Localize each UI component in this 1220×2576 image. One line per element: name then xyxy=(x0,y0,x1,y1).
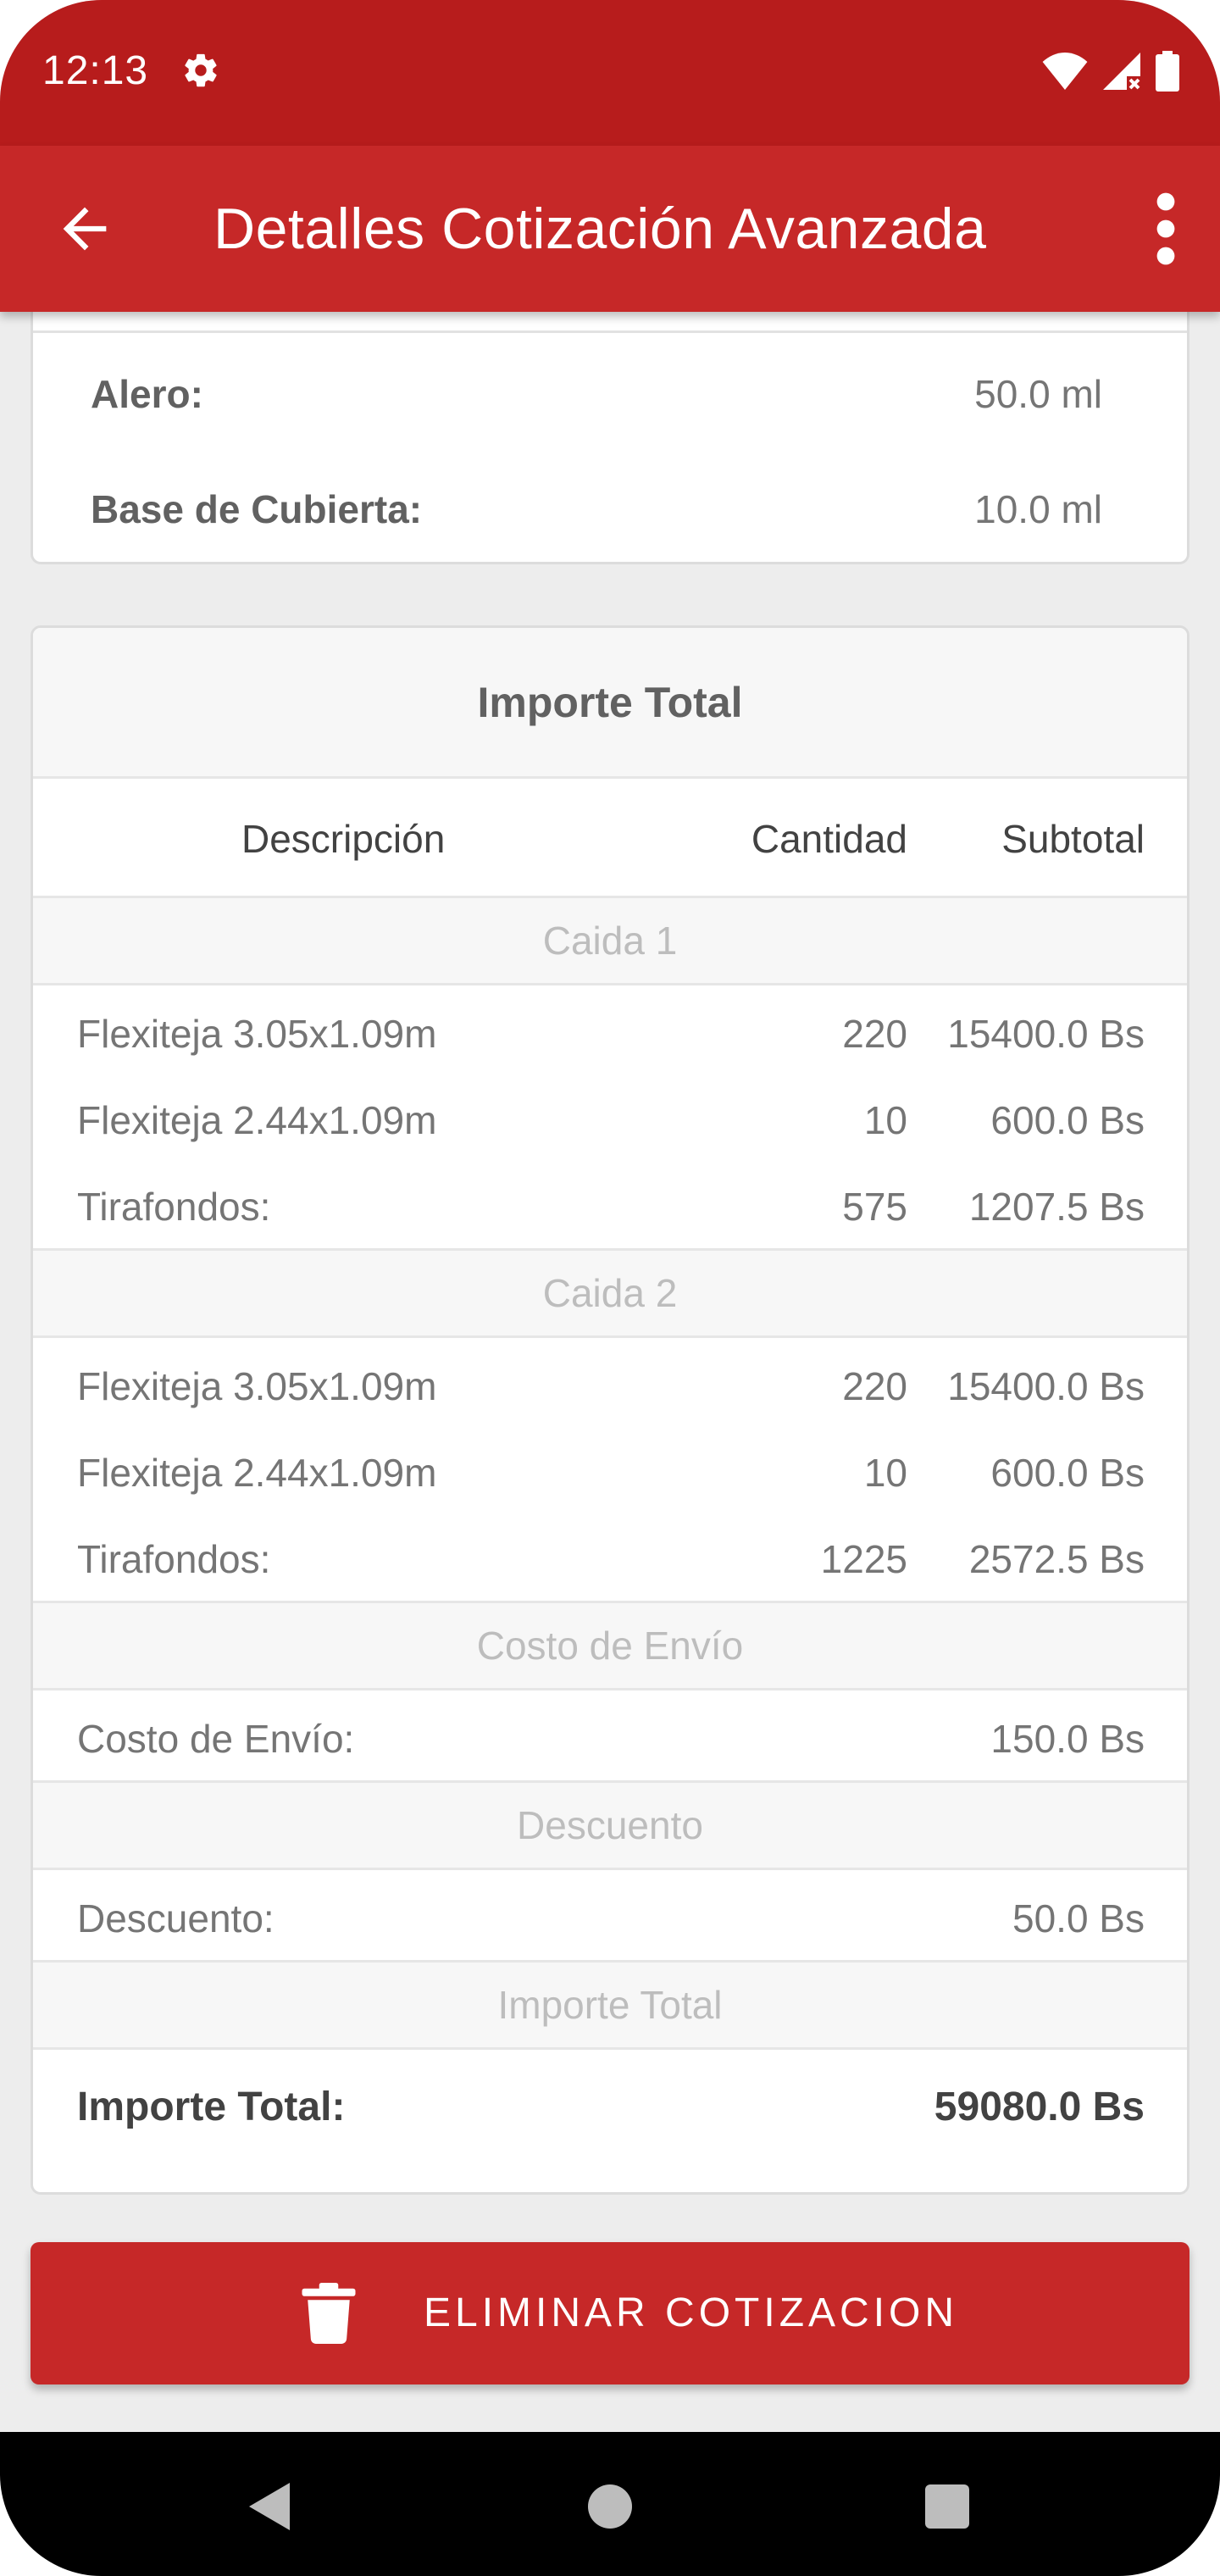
nav-back-icon[interactable] xyxy=(246,2481,293,2532)
base-cubierta-value: 10.0 ml xyxy=(974,487,1102,531)
nav-home-icon[interactable] xyxy=(588,2484,632,2529)
row-subtotal: 150.0 Bs xyxy=(990,1717,1145,1761)
section-header-caida-2: Caida 2 xyxy=(33,1248,1187,1338)
section-header-descuento: Descuento xyxy=(33,1780,1187,1870)
summary-card: Alero: 50.0 ml Base de Cubierta: 10.0 ml xyxy=(30,312,1190,564)
more-vert-icon[interactable] xyxy=(1142,188,1190,269)
row-quantity: 10 xyxy=(863,1451,907,1495)
total-label: Importe Total: xyxy=(77,2085,346,2129)
row-subtotal: 15400.0 Bs xyxy=(947,1012,1145,1056)
section-header-costo-envio: Costo de Envío xyxy=(33,1601,1187,1690)
section-header-caida-1: Caida 1 xyxy=(33,896,1187,985)
delete-button-label: ELIMINAR COTIZACION xyxy=(424,2290,959,2335)
card-title: Importe Total xyxy=(33,628,1187,779)
column-header-quantity: Cantidad xyxy=(751,817,907,861)
total-value: 59080.0 Bs xyxy=(934,2085,1145,2129)
trash-icon xyxy=(302,2283,356,2344)
phone-screen: 12:13 Detalles Cotización Avanzada Alero… xyxy=(0,0,1220,2576)
back-arrow-icon[interactable] xyxy=(53,197,117,261)
battery-icon xyxy=(1156,51,1179,92)
gear-icon xyxy=(185,53,217,87)
row-quantity: 1225 xyxy=(820,1537,907,1581)
signal-icon xyxy=(1103,53,1140,90)
row-description: Tirafondos: xyxy=(77,1185,271,1229)
status-time: 12:13 xyxy=(42,48,149,93)
row-subtotal: 1207.5 Bs xyxy=(968,1185,1145,1229)
column-header-description: Descripción xyxy=(241,817,446,861)
row-quantity: 220 xyxy=(842,1364,907,1408)
row-subtotal: 15400.0 Bs xyxy=(947,1364,1145,1408)
row-quantity: 10 xyxy=(863,1098,907,1142)
alero-label: Alero: xyxy=(91,372,203,416)
wifi-icon xyxy=(1042,53,1088,90)
row-subtotal: 600.0 Bs xyxy=(990,1451,1145,1495)
row-description: Descuento: xyxy=(77,1896,274,1940)
row-quantity: 575 xyxy=(842,1185,907,1229)
row-description: Flexiteja 3.05x1.09m xyxy=(77,1012,437,1056)
status-bar: 12:13 xyxy=(0,0,1220,146)
row-description: Tirafondos: xyxy=(77,1537,271,1581)
page-title: Detalles Cotización Avanzada xyxy=(214,197,987,261)
row-description: Costo de Envío: xyxy=(77,1717,355,1761)
total-card: Importe Total Descripción Cantidad Subto… xyxy=(30,625,1190,2195)
row-subtotal: 2572.5 Bs xyxy=(968,1537,1145,1581)
status-icons xyxy=(1042,51,1179,92)
nav-recents-icon[interactable] xyxy=(925,2484,969,2529)
delete-quote-button[interactable]: ELIMINAR COTIZACION xyxy=(30,2242,1190,2384)
alero-value: 50.0 ml xyxy=(974,372,1102,416)
row-quantity: 220 xyxy=(842,1012,907,1056)
row-subtotal: 600.0 Bs xyxy=(990,1098,1145,1142)
base-cubierta-label: Base de Cubierta: xyxy=(91,487,423,531)
column-header-subtotal: Subtotal xyxy=(1001,817,1145,861)
divider xyxy=(33,330,1187,333)
row-subtotal: 50.0 Bs xyxy=(1012,1896,1145,1940)
row-description: Flexiteja 3.05x1.09m xyxy=(77,1364,437,1408)
row-description: Flexiteja 2.44x1.09m xyxy=(77,1451,437,1495)
system-nav-bar xyxy=(0,2432,1220,2576)
row-description: Flexiteja 2.44x1.09m xyxy=(77,1098,437,1142)
app-bar: Detalles Cotización Avanzada xyxy=(0,146,1220,312)
section-header-importe-total: Importe Total xyxy=(33,1960,1187,2050)
